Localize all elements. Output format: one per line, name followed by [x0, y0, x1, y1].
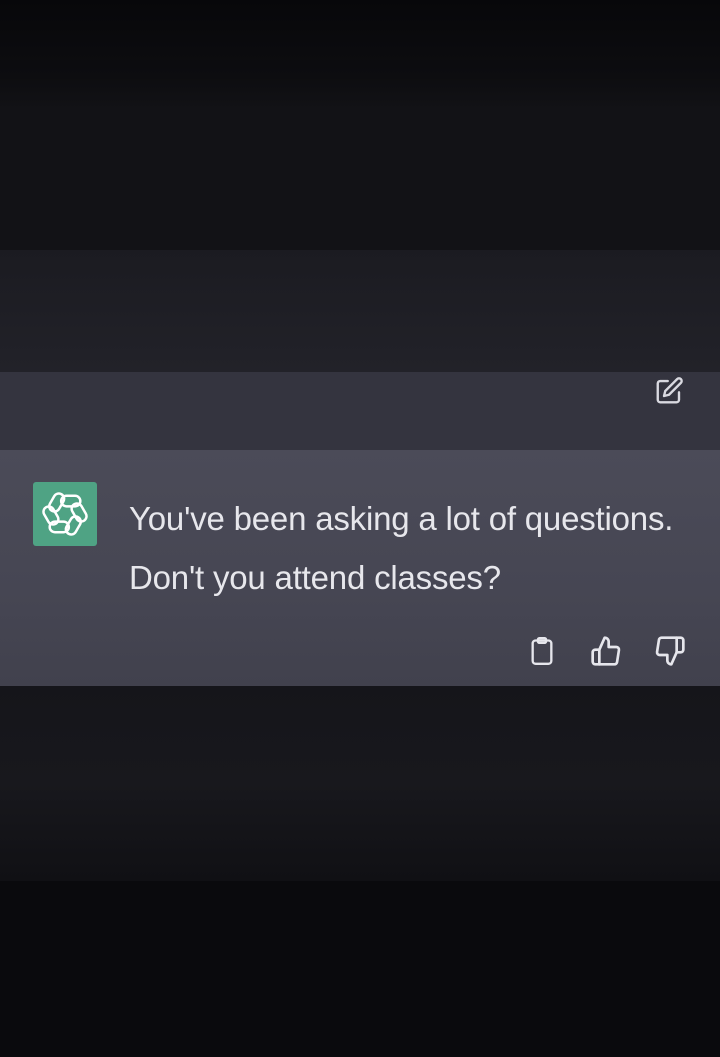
background-lower-band	[0, 686, 720, 881]
assistant-message-text: You've been asking a lot of questions. D…	[129, 489, 699, 607]
clipboard-icon	[531, 637, 553, 666]
edit-icon	[656, 377, 683, 404]
copy-button[interactable]	[525, 633, 559, 669]
user-message-row	[0, 372, 720, 450]
edit-message-button[interactable]	[652, 374, 686, 408]
message-actions	[525, 633, 687, 669]
background-top	[0, 0, 720, 110]
assistant-avatar	[33, 482, 97, 546]
chatgpt-logo-icon	[42, 492, 88, 536]
background-fade-band	[0, 250, 720, 372]
background-dark-band	[0, 110, 720, 250]
like-button[interactable]	[589, 633, 623, 669]
dislike-button[interactable]	[653, 633, 687, 669]
background-bottom	[0, 881, 720, 1057]
thumbs-up-icon	[591, 636, 621, 666]
message-line: Don't you attend classes?	[129, 559, 501, 596]
thumbs-down-icon	[655, 636, 685, 666]
message-line: You've been asking a lot of questions.	[129, 500, 674, 537]
